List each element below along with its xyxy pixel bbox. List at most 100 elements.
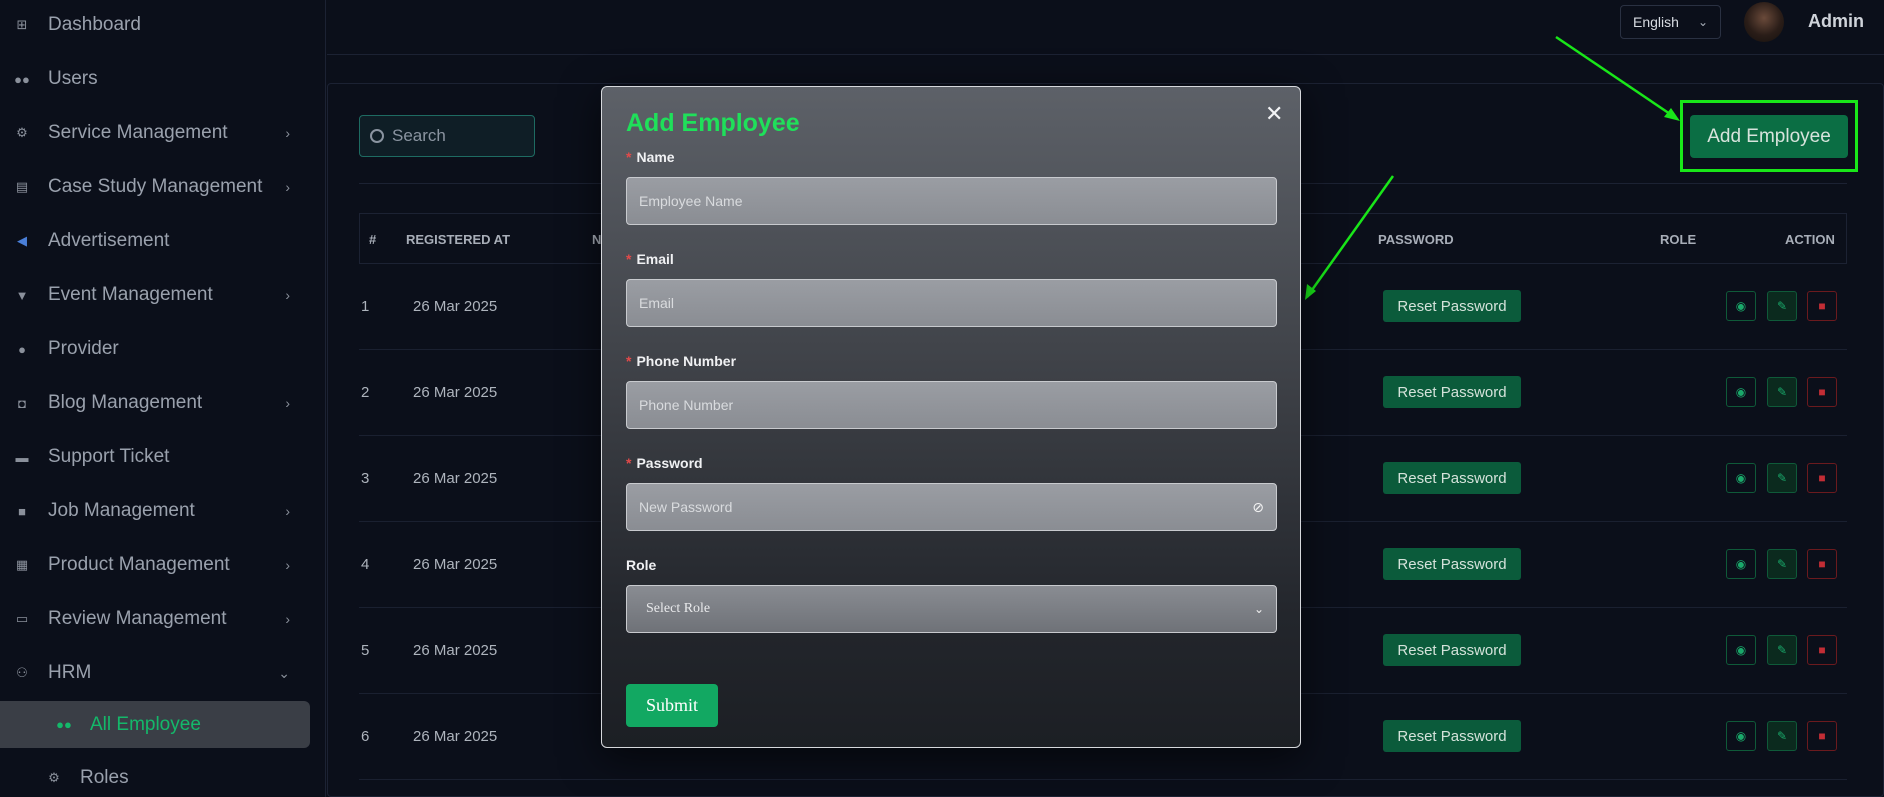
sidebar-item-dashboard[interactable]: ⊞ Dashboard [0, 5, 310, 45]
delete-icon[interactable]: ■ [1807, 635, 1837, 665]
password-placeholder: New Password [639, 499, 733, 515]
sidebar-item-hrm[interactable]: ⚇ HRM ⌄ [0, 653, 310, 693]
sidebar-item-label: Service Management [48, 122, 228, 143]
view-icon[interactable]: ◉ [1726, 377, 1756, 407]
sidebar-item-label: Job Management [48, 500, 195, 521]
phone-placeholder: Phone Number [639, 397, 734, 413]
password-field[interactable]: New Password ⊘ [626, 483, 1277, 531]
chevron-right-icon: › [285, 287, 290, 303]
sidebar-item-review-management[interactable]: ▭ Review Management › [0, 599, 310, 639]
sidebar-item-roles[interactable]: ⚙ Roles [0, 758, 310, 797]
row-index: 5 [361, 642, 370, 659]
phone-field[interactable]: Phone Number [626, 381, 1277, 429]
edit-icon[interactable]: ✎ [1767, 463, 1797, 493]
reset-password-button[interactable]: Reset Password [1383, 634, 1521, 666]
sidebar-item-event-management[interactable]: ▼ Event Management › [0, 275, 310, 315]
edit-icon[interactable]: ✎ [1767, 377, 1797, 407]
add-employee-modal: Add Employee ✕ * Name Employee Name * Emai… [601, 86, 1301, 748]
blog-icon: ◘ [18, 395, 26, 411]
sidebar-item-label: Event Management [48, 284, 213, 305]
required-marker: * [626, 251, 632, 267]
sidebar-item-users[interactable]: ●● Users [0, 59, 310, 99]
modal-title: Add Employee [626, 109, 800, 137]
row-index: 3 [361, 470, 370, 487]
reset-password-button[interactable]: Reset Password [1383, 548, 1521, 580]
eye-slash-icon[interactable]: ⊘ [1252, 499, 1264, 516]
sidebar-item-advertisement[interactable]: ◀ Advertisement [0, 221, 310, 261]
sidebar-item-label: All Employee [90, 713, 201, 735]
roles-icon: ⚙ [48, 770, 60, 785]
sidebar-item-service-management[interactable]: ⚙ Service Management › [0, 113, 310, 153]
sidebar-item-label: Case Study Management [48, 176, 263, 197]
view-icon[interactable]: ◉ [1726, 721, 1756, 751]
name-field[interactable]: Employee Name [626, 177, 1277, 225]
sidebar-item-label: Advertisement [48, 230, 170, 251]
ticket-icon: ▬ [15, 449, 29, 465]
chevron-down-icon: ⌄ [1697, 15, 1708, 29]
delete-icon[interactable]: ■ [1807, 377, 1837, 407]
sidebar-item-provider[interactable]: ● Provider [0, 329, 310, 369]
sidebar-item-all-employee[interactable]: ●● All Employee [0, 701, 310, 748]
chevron-right-icon: › [285, 395, 290, 411]
delete-icon[interactable]: ■ [1807, 549, 1837, 579]
sidebar-item-label: Provider [48, 338, 119, 359]
edit-icon[interactable]: ✎ [1767, 721, 1797, 751]
delete-icon[interactable]: ■ [1807, 291, 1837, 321]
megaphone-icon: ◀ [17, 233, 27, 248]
add-employee-button[interactable]: Add Employee [1690, 115, 1848, 158]
avatar[interactable] [1744, 2, 1784, 42]
chevron-right-icon: › [285, 179, 290, 195]
email-field[interactable]: Email [626, 279, 1277, 327]
role-select[interactable]: Select Role ⌄ [626, 585, 1277, 633]
trophy-icon: ▼ [15, 287, 29, 303]
sidebar-item-job-management[interactable]: ■ Job Management › [0, 491, 310, 531]
email-placeholder: Email [639, 295, 675, 311]
sidebar-item-label: Users [48, 68, 98, 89]
row-date: 26 Mar 2025 [413, 556, 498, 573]
sidebar-item-label: Dashboard [48, 14, 141, 35]
edit-icon[interactable]: ✎ [1767, 549, 1797, 579]
chevron-down-icon: ⌄ [278, 664, 290, 681]
row-index: 1 [361, 298, 370, 315]
reset-password-button[interactable]: Reset Password [1383, 720, 1521, 752]
view-icon[interactable]: ◉ [1726, 291, 1756, 321]
view-icon[interactable]: ◉ [1726, 635, 1756, 665]
sidebar-item-support-ticket[interactable]: ▬ Support Ticket [0, 437, 310, 477]
view-icon[interactable]: ◉ [1726, 549, 1756, 579]
user-name[interactable]: Admin [1808, 11, 1864, 32]
sidebar-item-product-management[interactable]: ▦ Product Management › [0, 545, 310, 585]
users-icon: ●● [56, 717, 72, 732]
language-value: English [1633, 14, 1679, 30]
reset-password-button[interactable]: Reset Password [1383, 290, 1521, 322]
delete-icon[interactable]: ■ [1807, 463, 1837, 493]
search-input[interactable]: Search [359, 115, 535, 157]
required-marker: * [626, 149, 632, 165]
delete-icon[interactable]: ■ [1807, 721, 1837, 751]
row-date: 26 Mar 2025 [413, 384, 498, 401]
sidebar-item-case-study-management[interactable]: ▤ Case Study Management › [0, 167, 310, 207]
reset-password-button[interactable]: Reset Password [1383, 462, 1521, 494]
sidebar: ⊞ Dashboard ●● Users ⚙ Service Managemen… [0, 0, 326, 797]
row-index: 6 [361, 728, 370, 745]
sidebar-item-blog-management[interactable]: ◘ Blog Management › [0, 383, 310, 423]
view-icon[interactable]: ◉ [1726, 463, 1756, 493]
submit-button[interactable]: Submit [626, 684, 718, 727]
search-placeholder: Search [392, 126, 446, 145]
row-date: 26 Mar 2025 [413, 298, 498, 315]
chevron-right-icon: › [285, 503, 290, 519]
column-header: REGISTERED AT [406, 232, 511, 247]
grid-icon: ⊞ [16, 17, 28, 32]
sidebar-item-label: Support Ticket [48, 446, 170, 467]
edit-icon[interactable]: ✎ [1767, 291, 1797, 321]
product-icon: ▦ [15, 557, 29, 572]
column-header: N [592, 232, 602, 247]
sidebar-item-label: Product Management [48, 554, 230, 575]
row-date: 26 Mar 2025 [413, 470, 498, 487]
role-label: Role [626, 557, 657, 573]
users-icon: ●● [14, 71, 30, 87]
edit-icon[interactable]: ✎ [1767, 635, 1797, 665]
reset-password-button[interactable]: Reset Password [1383, 376, 1521, 408]
close-icon[interactable]: ✕ [1265, 101, 1283, 127]
language-select[interactable]: English ⌄ [1620, 5, 1721, 39]
required-marker: * [626, 455, 632, 471]
